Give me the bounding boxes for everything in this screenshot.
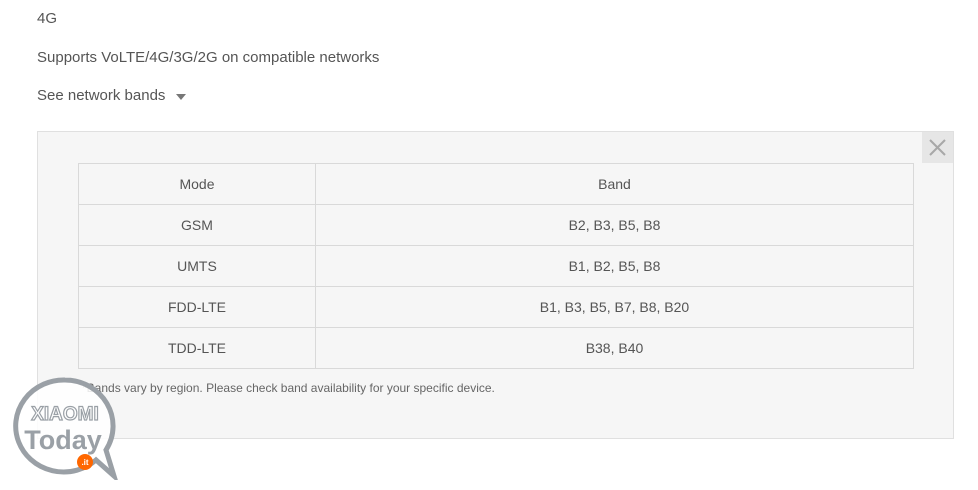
table-row: GSM B2, B3, B5, B8 bbox=[78, 204, 914, 246]
see-network-bands-toggle[interactable]: See network bands bbox=[37, 87, 187, 104]
speech-bubble-logo-icon: XIAOMI Today .it bbox=[13, 377, 120, 484]
table-row: FDD-LTE B1, B3, B5, B7, B8, B20 bbox=[78, 286, 914, 328]
mode-cell: GSM bbox=[78, 204, 316, 246]
band-cell: B1, B2, B5, B8 bbox=[315, 245, 914, 287]
band-cell: B2, B3, B5, B8 bbox=[315, 204, 914, 246]
network-title: 4G bbox=[37, 10, 58, 27]
caret-down-icon bbox=[176, 93, 187, 100]
mode-cell: FDD-LTE bbox=[78, 286, 316, 328]
network-description: Supports VoLTE/4G/3G/2G on compatible ne… bbox=[37, 49, 380, 66]
toggle-label: See network bands bbox=[37, 87, 166, 104]
band-cell: B38, B40 bbox=[315, 327, 914, 369]
table-row: TDD-LTE B38, B40 bbox=[78, 327, 914, 369]
watermark-line2: Today bbox=[24, 425, 102, 455]
mode-cell: UMTS bbox=[78, 245, 316, 287]
bands-table: Mode Band GSM B2, B3, B5, B8 UMTS B1, B2… bbox=[78, 163, 914, 369]
band-cell: B1, B3, B5, B7, B8, B20 bbox=[315, 286, 914, 328]
table-header-row: Mode Band bbox=[78, 163, 914, 205]
bands-note: *Bands vary by region. Please check band… bbox=[82, 381, 495, 395]
table-row: UMTS B1, B2, B5, B8 bbox=[78, 245, 914, 287]
header-band: Band bbox=[315, 163, 914, 205]
close-button[interactable] bbox=[922, 132, 953, 163]
xiaomitoday-watermark-logo: XIAOMI Today .it bbox=[10, 376, 120, 484]
close-icon bbox=[929, 139, 946, 156]
network-bands-panel: Mode Band GSM B2, B3, B5, B8 UMTS B1, B2… bbox=[37, 131, 954, 439]
watermark-line3: .it bbox=[81, 458, 88, 467]
header-mode: Mode bbox=[78, 163, 316, 205]
watermark-line1: XIAOMI bbox=[31, 404, 99, 425]
mode-cell: TDD-LTE bbox=[78, 327, 316, 369]
